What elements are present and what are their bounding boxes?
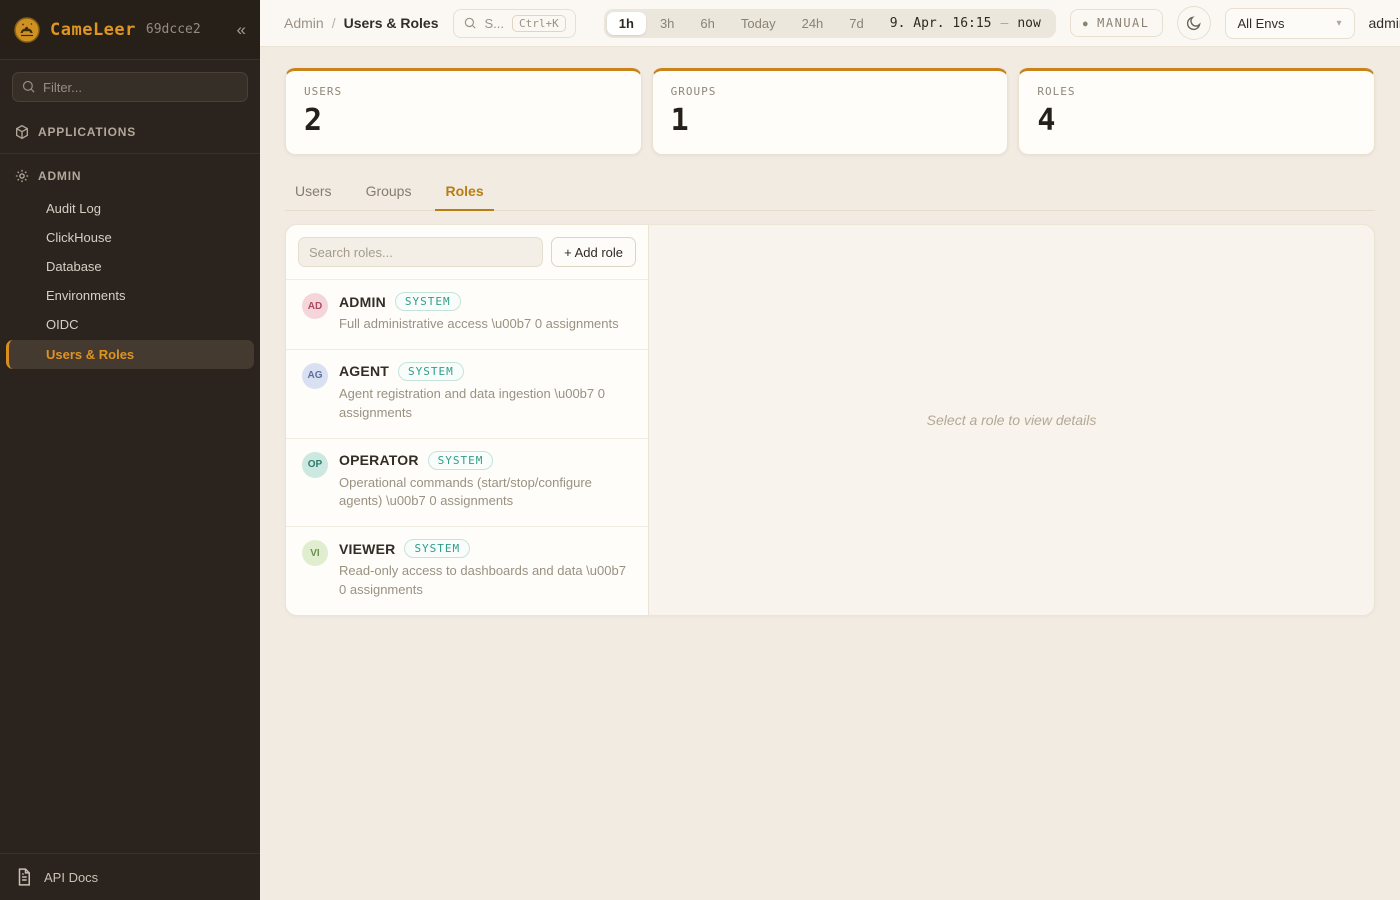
chevron-down-icon: ▾	[1336, 18, 1341, 29]
role-description: Operational commands (start/stop/configu…	[339, 474, 632, 512]
stat-card-users: USERS 2	[285, 68, 642, 155]
stat-cards: USERS 2 GROUPS 1 ROLES 4	[285, 68, 1375, 155]
document-icon	[16, 868, 32, 886]
stat-card-groups: GROUPS 1	[652, 68, 1009, 155]
tab-roles[interactable]: Roles	[435, 175, 493, 211]
user-chip: admin AD	[1369, 8, 1400, 38]
role-list-item-agent[interactable]: AG AGENT SYSTEM Agent registration and d…	[286, 349, 648, 438]
stat-label: USERS	[304, 85, 623, 98]
breadcrumb-separator: /	[332, 15, 336, 31]
sidebar-filter	[12, 72, 248, 102]
tab-groups[interactable]: Groups	[356, 175, 422, 210]
time-range-display[interactable]: 9. Apr. 16:15 — now	[878, 12, 1053, 35]
breadcrumb-current: Users & Roles	[344, 15, 439, 31]
role-avatar: AG	[302, 363, 328, 389]
role-description: Agent registration and data ingestion \u…	[339, 385, 632, 423]
sidebar-item-environments[interactable]: Environments	[6, 282, 254, 309]
roles-search-input[interactable]	[298, 237, 543, 267]
search-placeholder-text: S...	[485, 16, 505, 31]
role-description: Full administrative access \u00b7 0 assi…	[339, 315, 619, 334]
sidebar-divider	[0, 153, 260, 154]
content: USERS 2 GROUPS 1 ROLES 4 Users Groups Ro…	[260, 47, 1400, 637]
user-name: admin	[1369, 15, 1400, 31]
role-name: AGENT	[339, 363, 389, 379]
search-icon	[463, 16, 477, 30]
roles-toolbar: + Add role	[286, 225, 648, 279]
role-list-item-admin[interactable]: AD ADMIN SYSTEM Full administrative acce…	[286, 279, 648, 349]
role-list-item-viewer[interactable]: VI VIEWER SYSTEM Read-only access to das…	[286, 526, 648, 615]
refresh-mode-badge[interactable]: ● MANUAL	[1070, 9, 1163, 37]
time-range-6h[interactable]: 6h	[688, 12, 726, 35]
api-docs-label: API Docs	[44, 870, 98, 885]
sidebar-collapse-icon[interactable]: «	[237, 21, 246, 38]
admin-label: ADMIN	[38, 169, 81, 183]
theme-toggle-button[interactable]	[1177, 6, 1211, 40]
refresh-mode-label: MANUAL	[1097, 16, 1149, 30]
role-name: VIEWER	[339, 541, 395, 557]
role-avatar: OP	[302, 452, 328, 478]
cube-icon	[14, 124, 30, 140]
time-range-1h[interactable]: 1h	[607, 12, 646, 35]
time-to: now	[1017, 16, 1040, 31]
api-docs-link[interactable]: API Docs	[0, 853, 260, 900]
applications-label: APPLICATIONS	[38, 125, 136, 139]
sidebar-item-oidc[interactable]: OIDC	[6, 311, 254, 338]
role-detail-panel: Select a role to view details	[649, 225, 1374, 615]
brand-name: CameLeer	[50, 20, 136, 40]
empty-state-text: Select a role to view details	[927, 412, 1097, 428]
system-badge: SYSTEM	[428, 451, 494, 470]
time-from: 9. Apr. 16:15	[890, 16, 992, 31]
sidebar-item-database[interactable]: Database	[6, 253, 254, 280]
env-select-value: All Envs	[1238, 16, 1285, 31]
stat-label: GROUPS	[671, 85, 990, 98]
role-description: Read-only access to dashboards and data …	[339, 562, 632, 600]
brand-version: 69dcce2	[146, 22, 201, 37]
tab-bar: Users Groups Roles	[285, 175, 1375, 211]
breadcrumb-parent[interactable]: Admin	[284, 15, 324, 31]
breadcrumb: Admin / Users & Roles	[284, 15, 439, 31]
search-shortcut-kbd: Ctrl+K	[512, 15, 566, 32]
time-separator: —	[1001, 16, 1009, 31]
filter-input[interactable]	[12, 72, 248, 102]
role-avatar: AD	[302, 293, 328, 319]
sidebar-item-users-roles[interactable]: Users & Roles	[6, 340, 254, 369]
role-name: ADMIN	[339, 294, 386, 310]
stat-value: 4	[1037, 103, 1356, 138]
env-select[interactable]: All Envs ▾	[1225, 8, 1355, 39]
moon-icon	[1185, 15, 1202, 32]
topbar: Admin / Users & Roles S... Ctrl+K 1h 3h …	[260, 0, 1400, 47]
role-avatar: VI	[302, 540, 328, 566]
stat-value: 1	[671, 103, 990, 138]
admin-nav: Audit Log ClickHouse Database Environmen…	[0, 193, 260, 371]
time-range-7d[interactable]: 7d	[837, 12, 875, 35]
stat-label: ROLES	[1037, 85, 1356, 98]
roles-list-column: + Add role AD ADMIN SYSTEM Full administ…	[286, 225, 649, 615]
add-role-button[interactable]: + Add role	[551, 237, 636, 267]
system-badge: SYSTEM	[404, 539, 470, 558]
sidebar-header: CameLeer 69dcce2 «	[0, 0, 260, 60]
global-search-button[interactable]: S... Ctrl+K	[453, 9, 576, 38]
sidebar-section-applications[interactable]: APPLICATIONS	[0, 114, 260, 149]
status-dot-icon: ●	[1083, 19, 1089, 28]
search-icon	[21, 79, 36, 94]
sidebar-item-clickhouse[interactable]: ClickHouse	[6, 224, 254, 251]
brand-logo-icon	[14, 17, 40, 43]
stat-card-roles: ROLES 4	[1018, 68, 1375, 155]
time-range-24h[interactable]: 24h	[790, 12, 836, 35]
sidebar-section-admin[interactable]: ADMIN	[0, 158, 260, 193]
stat-value: 2	[304, 103, 623, 138]
time-range-today[interactable]: Today	[729, 12, 788, 35]
sidebar: CameLeer 69dcce2 « APPLICATIONS ADMIN Au…	[0, 0, 260, 900]
time-range-segmented: 1h 3h 6h Today 24h 7d 9. Apr. 16:15 — no…	[604, 9, 1056, 38]
system-badge: SYSTEM	[395, 292, 461, 311]
sidebar-item-audit-log[interactable]: Audit Log	[6, 195, 254, 222]
roles-panel: + Add role AD ADMIN SYSTEM Full administ…	[285, 224, 1375, 616]
tab-users[interactable]: Users	[285, 175, 342, 210]
time-range-3h[interactable]: 3h	[648, 12, 686, 35]
gear-icon	[14, 168, 30, 184]
role-name: OPERATOR	[339, 452, 419, 468]
role-list-item-operator[interactable]: OP OPERATOR SYSTEM Operational commands …	[286, 438, 648, 527]
system-badge: SYSTEM	[398, 362, 464, 381]
main-area: Admin / Users & Roles S... Ctrl+K 1h 3h …	[260, 0, 1400, 900]
